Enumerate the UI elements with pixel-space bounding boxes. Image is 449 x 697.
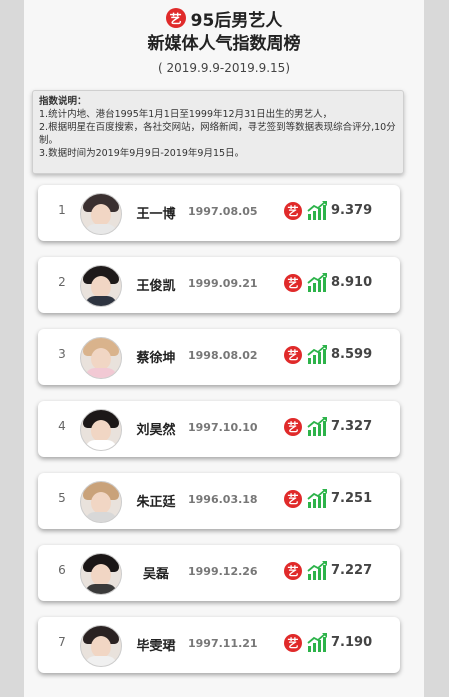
- brand-badge-icon: 艺: [284, 346, 302, 364]
- birth-date: 1997.08.05: [188, 205, 258, 218]
- artist-name[interactable]: 王一博: [130, 203, 182, 222]
- ranking-card[interactable]: 2 王俊凯 1999.09.21 艺 8.910: [38, 257, 400, 313]
- ranking-card[interactable]: 4 刘昊然 1997.10.10 艺 7.327: [38, 401, 400, 457]
- description-title: 指数说明：: [39, 96, 87, 107]
- artist-name[interactable]: 朱正廷: [130, 491, 182, 510]
- brand-badge-icon: 艺: [284, 418, 302, 436]
- artist-name[interactable]: 王俊凯: [130, 275, 182, 294]
- avatar[interactable]: [80, 625, 122, 667]
- popularity-score: 7.190: [331, 635, 373, 650]
- trend-up-icon: [307, 489, 327, 508]
- page-subtitle: 新媒体人气指数周榜: [147, 34, 301, 54]
- trend-up-icon: [307, 201, 327, 220]
- trend-up-icon: [307, 561, 327, 580]
- birth-date: 1999.09.21: [188, 277, 258, 290]
- birth-date: 1999.12.26: [188, 565, 258, 578]
- brand-badge-icon: 艺: [284, 634, 302, 652]
- avatar[interactable]: [80, 337, 122, 379]
- avatar[interactable]: [80, 193, 122, 235]
- rank-number: 3: [58, 347, 66, 361]
- title-line1: 艺 95后男艺人: [24, 6, 424, 31]
- avatar[interactable]: [80, 265, 122, 307]
- ranking-card[interactable]: 6 吴磊 1999.12.26 艺 7.227: [38, 545, 400, 601]
- ranking-page: 艺 95后男艺人 新媒体人气指数周榜 ( 2019.9.9-2019.9.15)…: [24, 0, 424, 697]
- popularity-score: 7.227: [331, 563, 373, 578]
- artist-name[interactable]: 毕雯珺: [130, 635, 182, 654]
- header: 艺 95后男艺人 新媒体人气指数周榜 ( 2019.9.9-2019.9.15): [24, 6, 424, 75]
- brand-badge-icon: 艺: [284, 274, 302, 292]
- rank-number: 5: [58, 491, 66, 505]
- trend-up-icon: [307, 633, 327, 652]
- page-title: 95后男艺人: [190, 10, 283, 31]
- avatar[interactable]: [80, 553, 122, 595]
- artist-name[interactable]: 吴磊: [130, 563, 182, 582]
- rank-number: 2: [58, 275, 66, 289]
- date-range: ( 2019.9.9-2019.9.15): [157, 61, 291, 75]
- description-line: 1.统计内地、港台1995年1月1日至1999年12月31日出生的男艺人，: [39, 109, 333, 120]
- ranking-card[interactable]: 7 毕雯珺 1997.11.21 艺 7.190: [38, 617, 400, 673]
- popularity-score: 9.379: [331, 203, 373, 218]
- avatar[interactable]: [80, 481, 122, 523]
- birth-date: 1996.03.18: [188, 493, 258, 506]
- ranking-card[interactable]: 1 王一博 1997.08.05 艺 9.379: [38, 185, 400, 241]
- brand-badge-icon: 艺: [284, 562, 302, 580]
- trend-up-icon: [307, 345, 327, 364]
- description-line: 2.根据明星在百度搜索，各社交网站，网络新闻，寻艺签到等数据表现综合评分,10分…: [39, 122, 396, 146]
- birth-date: 1998.08.02: [188, 349, 258, 362]
- rank-number: 4: [58, 419, 66, 433]
- rank-number: 1: [58, 203, 66, 217]
- artist-name[interactable]: 刘昊然: [130, 419, 182, 438]
- index-description: 指数说明： 1.统计内地、港台1995年1月1日至1999年12月31日出生的男…: [32, 90, 404, 174]
- birth-date: 1997.10.10: [188, 421, 258, 434]
- ranking-card[interactable]: 5 朱正廷 1996.03.18 艺 7.251: [38, 473, 400, 529]
- trend-up-icon: [307, 417, 327, 436]
- app-logo-icon: 艺: [165, 8, 186, 28]
- avatar[interactable]: [80, 409, 122, 451]
- brand-badge-icon: 艺: [284, 202, 302, 220]
- rank-number: 7: [58, 635, 66, 649]
- brand-badge-icon: 艺: [284, 490, 302, 508]
- popularity-score: 8.599: [331, 347, 373, 362]
- popularity-score: 8.910: [331, 275, 373, 290]
- popularity-score: 7.251: [331, 491, 373, 506]
- artist-name[interactable]: 蔡徐坤: [130, 347, 182, 366]
- popularity-score: 7.327: [331, 419, 373, 434]
- description-line: 3.数据时间为2019年9月9日-2019年9月15日。: [39, 148, 245, 159]
- trend-up-icon: [307, 273, 327, 292]
- ranking-card[interactable]: 3 蔡徐坤 1998.08.02 艺 8.599: [38, 329, 400, 385]
- birth-date: 1997.11.21: [188, 637, 258, 650]
- rank-number: 6: [58, 563, 66, 577]
